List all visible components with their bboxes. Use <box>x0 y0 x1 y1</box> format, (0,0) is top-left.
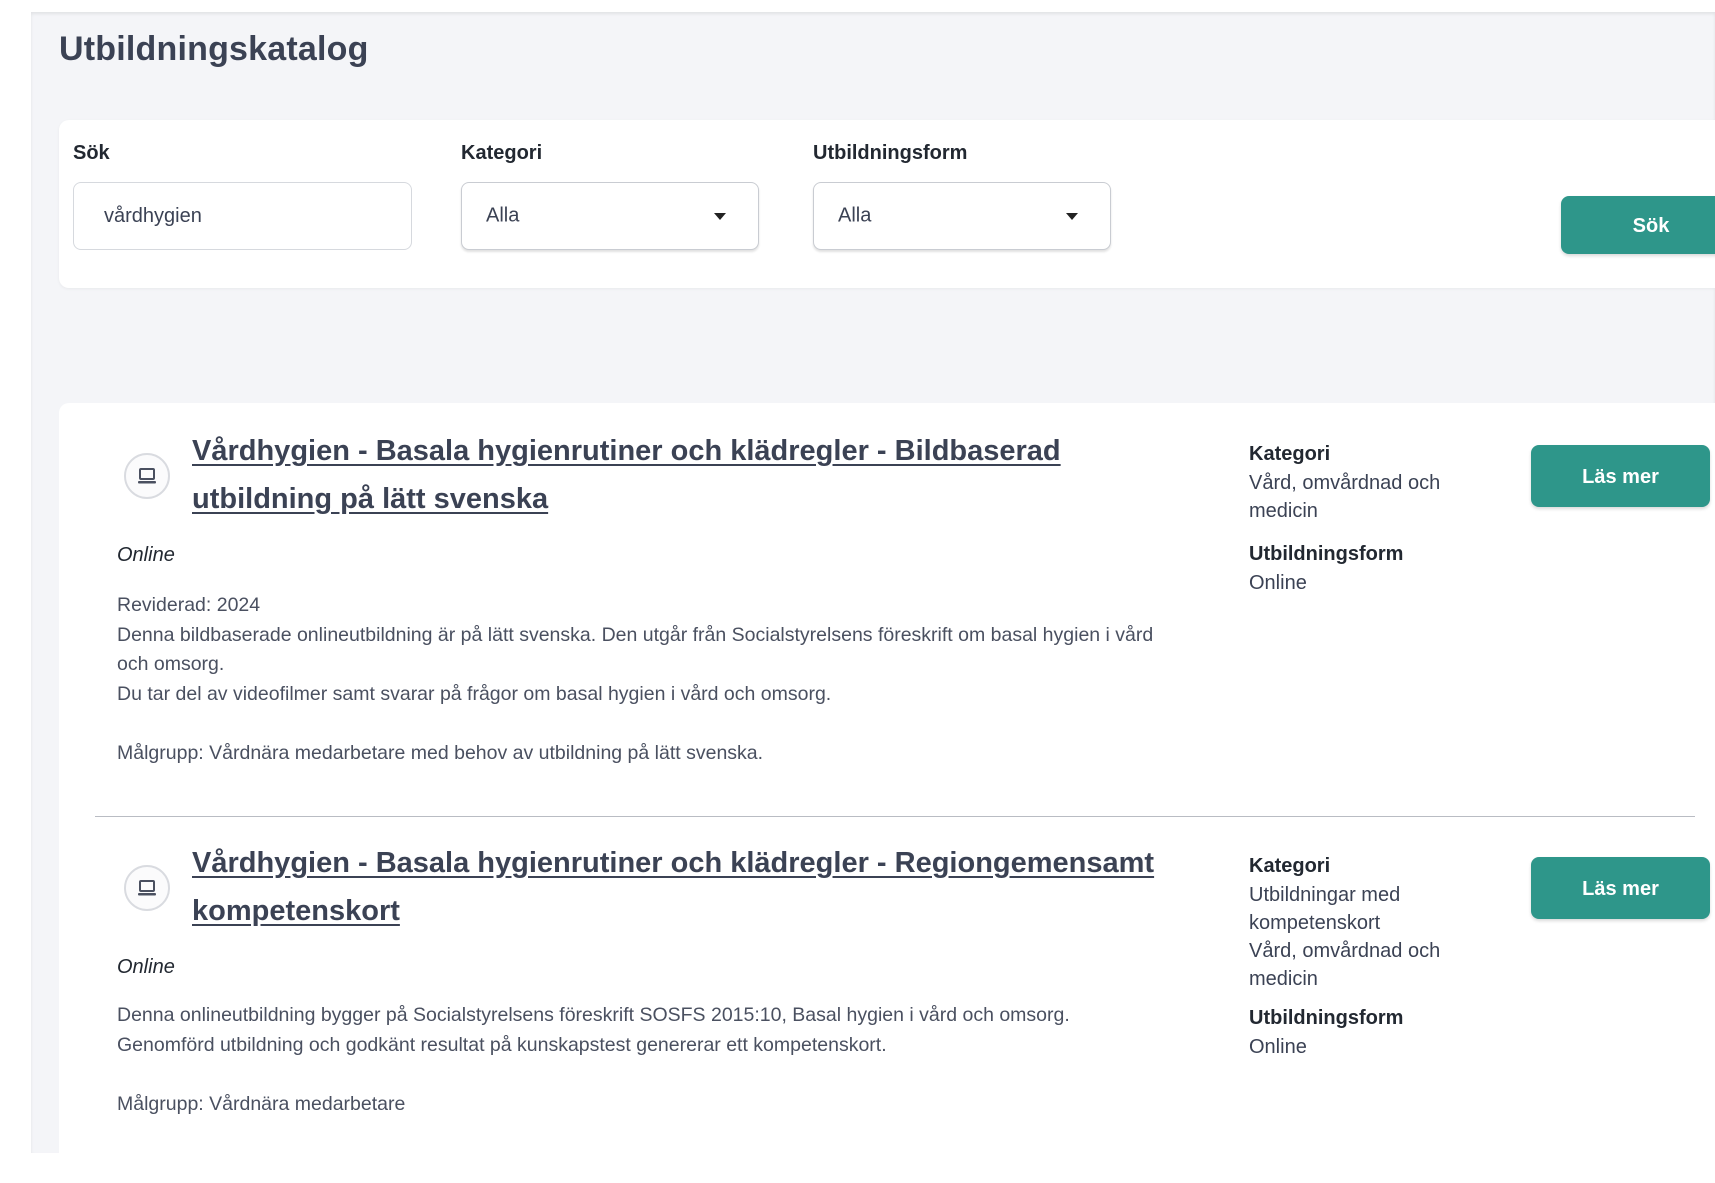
caret-down-icon <box>714 213 726 220</box>
course-format: Online <box>117 956 175 978</box>
category-label: Kategori <box>461 142 543 164</box>
result-divider <box>95 816 1695 817</box>
course-category-value: Utbildningar med kompetenskort Vård, omv… <box>1249 884 1441 990</box>
course-format-value: Online <box>1249 572 1307 594</box>
format-select-value: Alla <box>838 204 872 227</box>
course-title-link[interactable]: Vårdhygien - Basala hygienrutiner och kl… <box>192 839 1192 935</box>
course-format: Online <box>117 544 175 566</box>
course-format-label: Utbildningsform <box>1249 543 1404 565</box>
course-title-link[interactable]: Vårdhygien - Basala hygienrutiner och kl… <box>192 427 1192 523</box>
page-title: Utbildningskatalog <box>59 30 369 68</box>
format-label: Utbildningsform <box>813 142 968 164</box>
search-input[interactable] <box>73 182 412 250</box>
search-label: Sök <box>73 142 110 164</box>
read-more-button[interactable]: Läs mer <box>1531 445 1710 507</box>
course-format-value: Online <box>1249 1036 1307 1058</box>
category-select-value: Alla <box>486 204 520 227</box>
course-category-value: Vård, omvårdnad och medicin <box>1249 472 1441 522</box>
search-panel: Sök Kategori Alla Utbildningsform Alla S… <box>59 120 1715 288</box>
category-select[interactable]: Alla <box>461 182 759 250</box>
read-more-button[interactable]: Läs mer <box>1531 857 1710 919</box>
search-button[interactable]: Sök <box>1561 196 1715 254</box>
course-description: Reviderad: 2024 Denna bildbaserade onlin… <box>117 594 1154 764</box>
course-format-label: Utbildningsform <box>1249 1007 1404 1029</box>
left-gutter <box>0 0 31 1153</box>
laptop-icon <box>124 865 170 911</box>
laptop-icon <box>124 453 170 499</box>
course-description: Denna onlineutbildning bygger på Socials… <box>117 1004 1070 1115</box>
course-category-label: Kategori <box>1249 855 1331 877</box>
results-panel: Vårdhygien - Basala hygienrutiner och kl… <box>59 403 1715 1183</box>
caret-down-icon <box>1066 213 1078 220</box>
course-category-label: Kategori <box>1249 443 1331 465</box>
page-container: Utbildningskatalog Sök Kategori Alla Utb… <box>31 12 1715 1183</box>
format-select[interactable]: Alla <box>813 182 1111 250</box>
